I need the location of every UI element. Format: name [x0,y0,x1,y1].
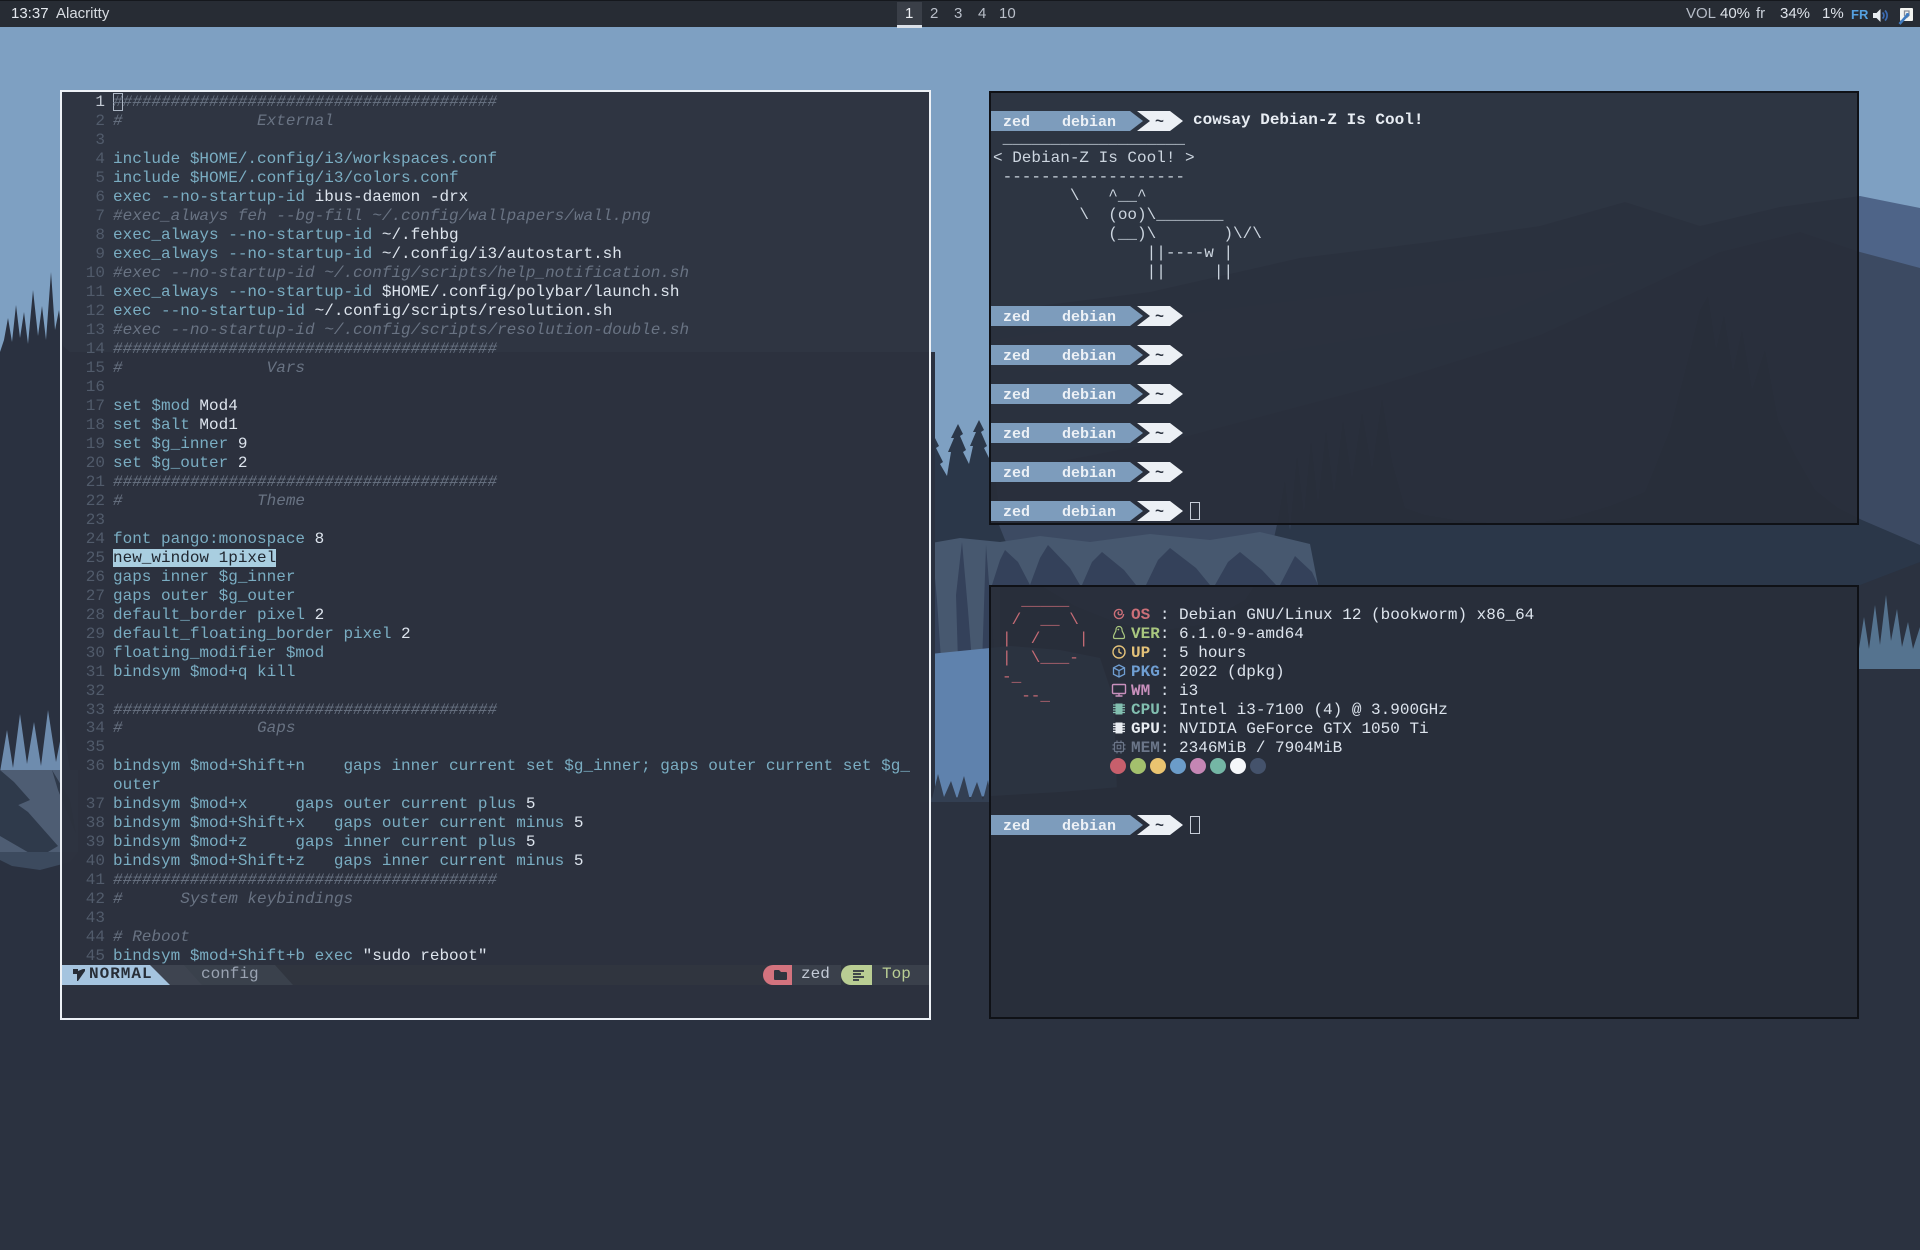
svg-text:debian: debian [1062,818,1116,835]
svg-text:zed: zed [1003,348,1030,365]
svg-text:zed: zed [1003,504,1030,521]
svg-text:~: ~ [1155,348,1164,365]
svg-text:debian: debian [1062,426,1116,443]
svg-text:~: ~ [1155,114,1164,131]
svg-text:~: ~ [1155,818,1164,835]
svg-text:debian: debian [1062,465,1116,482]
svg-text:debian: debian [1062,114,1116,131]
svg-text:debian: debian [1062,387,1116,404]
svg-text:debian: debian [1062,348,1116,365]
svg-text:zed: zed [1003,114,1030,131]
svg-text:~: ~ [1155,387,1164,404]
svg-text:zed: zed [1003,426,1030,443]
svg-text:zed: zed [1003,818,1030,835]
svg-text:zed: zed [1003,465,1030,482]
svg-text:zed: zed [1003,309,1030,326]
svg-text:debian: debian [1062,309,1116,326]
svg-text:~: ~ [1155,309,1164,326]
svg-text:zed: zed [1003,387,1030,404]
svg-text:debian: debian [1062,504,1116,521]
svg-text:~: ~ [1155,504,1164,521]
svg-text:~: ~ [1155,465,1164,482]
svg-text:~: ~ [1155,426,1164,443]
